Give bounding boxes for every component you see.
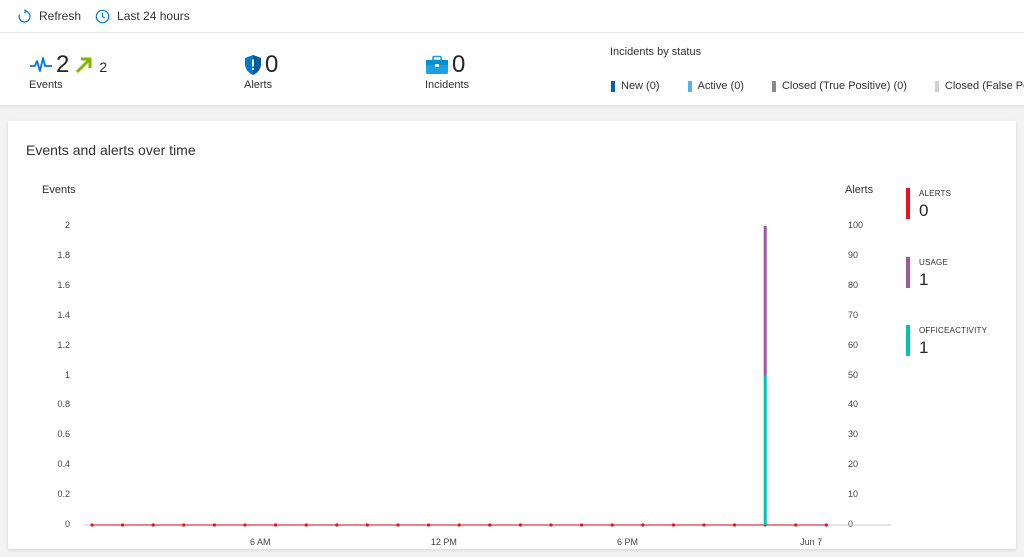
trend-up-icon <box>75 57 92 74</box>
alerts-count: 0 <box>265 51 279 78</box>
legend-officeactivity-name: OFFICEACTIVITY <box>919 326 988 335</box>
events-delta: 2 <box>99 59 108 75</box>
legend-alerts-swatch <box>906 188 910 219</box>
incidents-label: Incidents <box>425 79 470 91</box>
events-alerts-card: Events and alerts over time Events Alert… <box>8 121 1016 549</box>
status-closed-false-positive-label: Closed (False Po <box>944 80 1024 92</box>
alerts-metric[interactable]: 0 Alerts <box>244 51 278 91</box>
alerts-point <box>335 523 339 527</box>
events-metric[interactable]: 2 2 Events <box>29 51 107 91</box>
legend-alerts-value: 0 <box>919 201 929 220</box>
status-closed-true-positive-label: Closed (True Positive) (0) <box>781 80 907 92</box>
alerts-point <box>702 523 706 527</box>
alerts-point <box>580 523 584 527</box>
summary-bar: 2 2 Events 0 Alerts 0 Incidents Incident… <box>0 33 1024 106</box>
shield-alert-icon <box>244 54 262 76</box>
heartbeat-icon <box>29 55 53 75</box>
alerts-point <box>182 523 186 527</box>
status-new[interactable]: New (0) <box>611 80 660 92</box>
legend-usage-name: USAGE <box>919 258 949 267</box>
legend-officeactivity-value: 1 <box>919 338 929 357</box>
briefcase-icon <box>425 55 449 75</box>
alerts-point <box>457 523 461 527</box>
status-active[interactable]: Active (0) <box>687 80 744 92</box>
alerts-point <box>274 523 278 527</box>
clock-icon <box>95 9 110 23</box>
incidents-by-status-legend: New (0) Active (0) Closed (True Positive… <box>611 80 1024 92</box>
alerts-point <box>824 523 829 527</box>
alerts-point <box>212 523 216 527</box>
legend-officeactivity-swatch <box>906 325 910 356</box>
alerts-point <box>671 523 676 527</box>
alerts-point <box>610 523 614 527</box>
alerts-point <box>90 523 94 527</box>
command-bar: Refresh Last 24 hours <box>0 0 1024 33</box>
alerts-point <box>733 523 737 527</box>
status-closed-true-positive-swatch <box>771 80 776 92</box>
alerts-point <box>549 523 553 527</box>
refresh-icon <box>18 8 31 23</box>
status-closed-false-positive[interactable]: Closed (False Po <box>934 80 1024 92</box>
incidents-by-status-title: Incidents by status <box>610 46 702 58</box>
alerts-point <box>427 523 431 527</box>
legend-usage-swatch <box>906 257 910 288</box>
alerts-label: Alerts <box>244 79 273 91</box>
incidents-metric[interactable]: 0 Incidents <box>425 51 469 91</box>
status-active-label: Active (0) <box>697 80 744 92</box>
refresh-label: Refresh <box>39 9 82 23</box>
bar-segment-officeactivity <box>763 375 767 525</box>
incidents-count: 0 <box>452 51 466 78</box>
events-label: Events <box>29 79 63 91</box>
alerts-point <box>365 523 369 527</box>
legend-alerts-name: ALERTS <box>919 189 952 198</box>
alerts-point <box>243 523 247 527</box>
refresh-button[interactable]: Refresh <box>17 8 82 24</box>
alerts-point <box>641 523 645 527</box>
alerts-point <box>304 523 308 527</box>
alerts-point <box>396 523 400 527</box>
legend-usage-value: 1 <box>919 270 929 289</box>
alerts-point <box>518 523 522 527</box>
events-count: 2 <box>56 51 70 78</box>
status-new-label: New (0) <box>621 80 660 92</box>
events-alerts-chart <box>84 226 891 527</box>
status-closed-false-positive-swatch <box>934 80 939 92</box>
status-new-swatch <box>611 80 615 92</box>
status-closed-true-positive[interactable]: Closed (True Positive) (0) <box>771 80 907 92</box>
status-active-swatch <box>687 80 692 92</box>
alerts-point <box>121 523 125 527</box>
bar-segment-usage <box>763 226 767 376</box>
alerts-point <box>151 523 155 527</box>
time-range-label: Last 24 hours <box>117 9 190 23</box>
alerts-point <box>794 523 798 527</box>
alerts-point <box>488 523 492 527</box>
time-range-button[interactable]: Last 24 hours <box>95 9 190 24</box>
